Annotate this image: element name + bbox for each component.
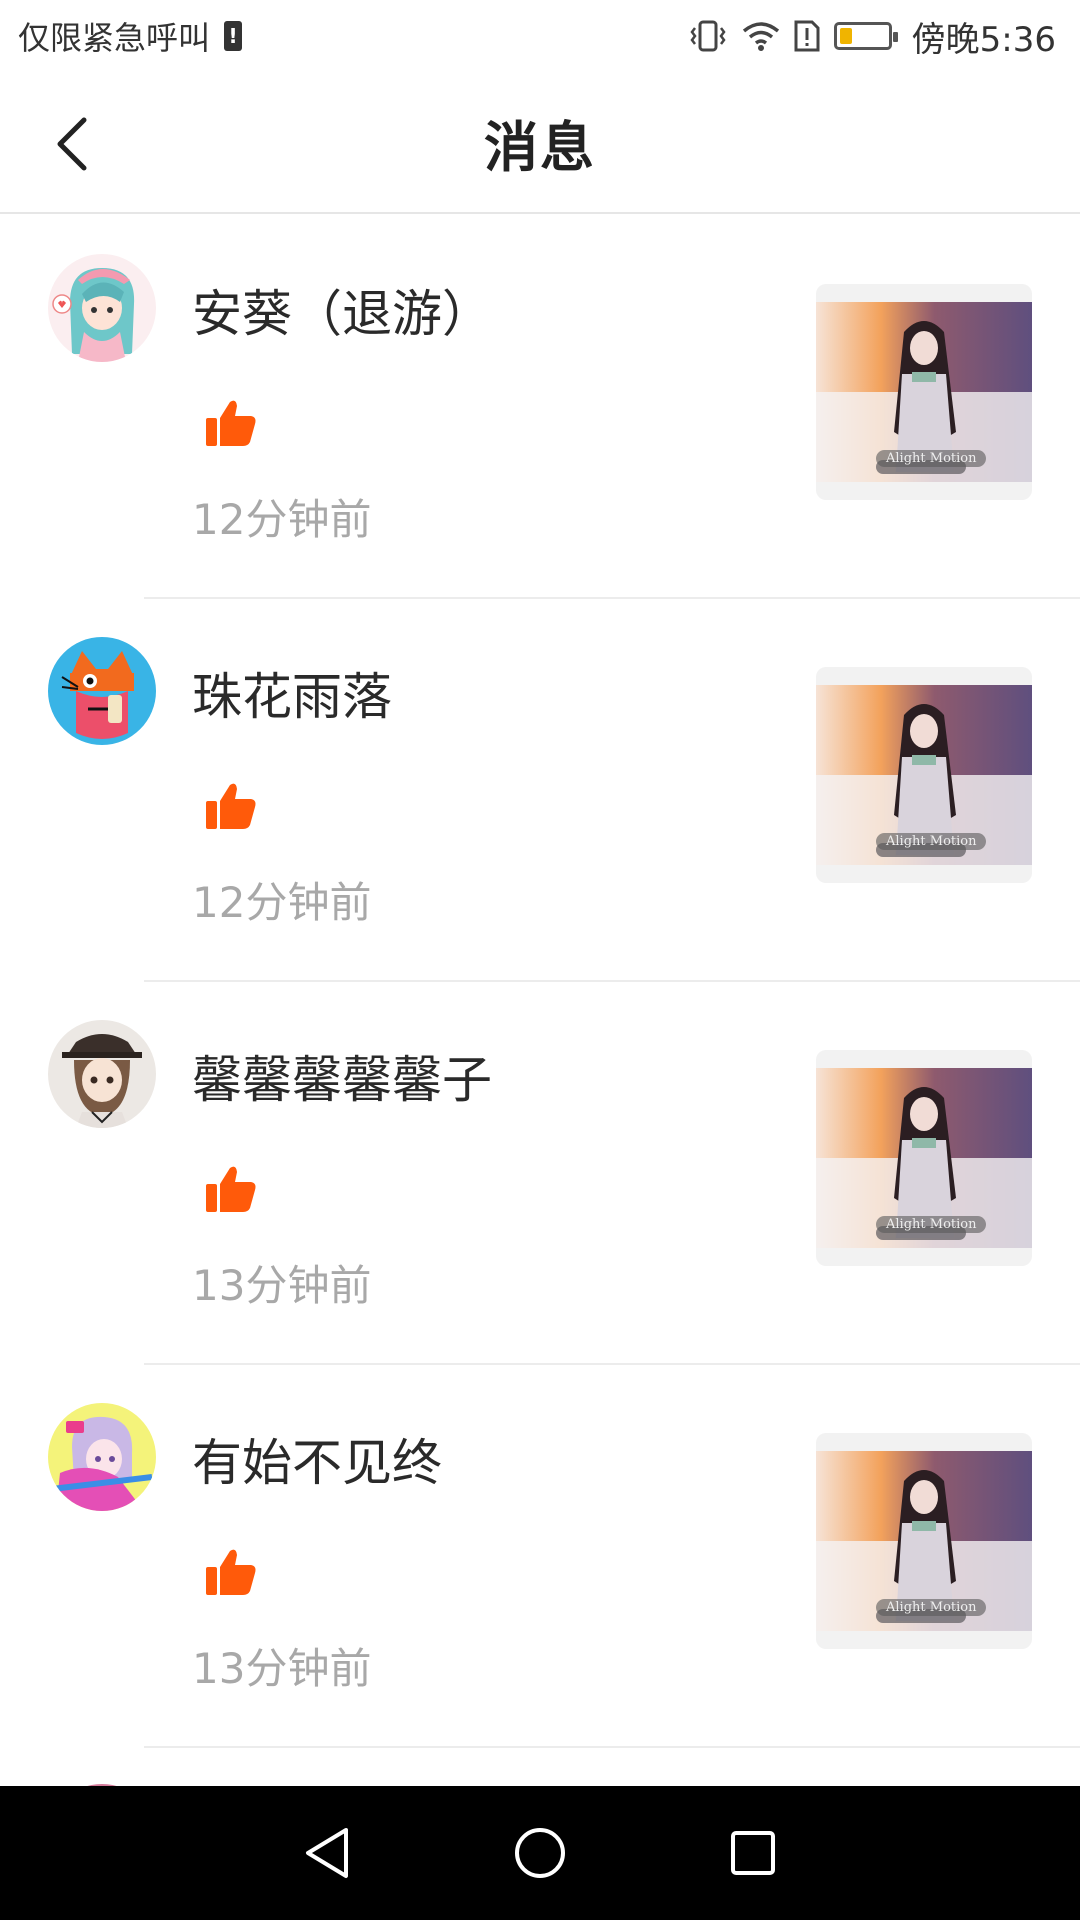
battery-icon [833, 22, 898, 50]
avatar[interactable] [48, 1403, 156, 1511]
back-button[interactable] [42, 112, 102, 176]
status-bar: 仅限紧急呼叫 傍晚5:36 [0, 0, 1080, 72]
notification-item[interactable]: 有始不见终 13分钟前 Alight Motion [0, 1365, 1080, 1748]
post-thumbnail[interactable]: Alight Motion [816, 667, 1032, 883]
username[interactable]: 馨馨馨馨馨子 [192, 1040, 492, 1112]
thumbnail-watermark: Alight Motion [876, 1216, 987, 1233]
thumbs-up-icon [206, 1166, 256, 1212]
timestamp: 13分钟前 [192, 1644, 372, 1693]
thumbnail-watermark: Alight Motion [876, 450, 987, 467]
nav-home-button[interactable] [504, 1817, 576, 1889]
home-circle-icon [514, 1828, 565, 1878]
thumbs-up-icon [206, 783, 256, 829]
thumbs-up-icon [206, 400, 256, 446]
back-triangle-icon [305, 1828, 348, 1878]
nav-back-button[interactable] [291, 1817, 363, 1889]
post-thumbnail[interactable]: Alight Motion [816, 284, 1032, 500]
username[interactable]: 安葵（退游） [192, 274, 492, 346]
vibrate-icon [690, 20, 726, 52]
post-thumbnail[interactable]: Alight Motion [816, 1050, 1032, 1266]
notification-item-partial[interactable] [0, 1748, 1080, 1788]
page-title: 消息 [484, 115, 596, 179]
notification-item[interactable]: 安葵（退游） 12分钟前 Alight Motion [0, 216, 1080, 599]
clock: 傍晚5:36 [911, 19, 1056, 60]
recents-square-icon [731, 1831, 776, 1875]
username[interactable]: 有始不见终 [192, 1423, 442, 1495]
back-arrow-icon [57, 117, 87, 171]
timestamp: 13分钟前 [192, 1261, 372, 1310]
thumbnail-watermark: Alight Motion [876, 1599, 987, 1616]
post-thumbnail[interactable]: Alight Motion [816, 1433, 1032, 1649]
timestamp: 12分钟前 [192, 878, 372, 927]
wifi-icon [742, 22, 779, 51]
nav-recents-button[interactable] [717, 1817, 789, 1889]
avatar[interactable] [48, 1020, 156, 1128]
status-right: 傍晚5:36 [688, 12, 1056, 61]
thumbnail-watermark: Alight Motion [876, 833, 987, 850]
timestamp: 12分钟前 [192, 495, 372, 544]
system-nav-bar [0, 1786, 1080, 1920]
avatar[interactable] [48, 254, 156, 362]
thumbs-up-icon [206, 1549, 256, 1595]
sim-alert-icon [224, 21, 243, 51]
notification-item[interactable]: 馨馨馨馨馨子 13分钟前 Alight Motion [0, 982, 1080, 1365]
sim-card-alert-icon [794, 20, 820, 52]
notification-item[interactable]: 珠花雨落 12分钟前 Alight Motion [0, 599, 1080, 982]
username[interactable]: 珠花雨落 [192, 657, 392, 729]
carrier-text: 仅限紧急呼叫 [18, 19, 211, 57]
top-app-bar: 消息 [0, 72, 1080, 214]
status-left: 仅限紧急呼叫 [18, 13, 243, 59]
avatar[interactable] [48, 637, 156, 745]
notification-list: 安葵（退游） 12分钟前 Alight Motion 珠花雨落 12分钟前 Al… [0, 216, 1080, 1788]
